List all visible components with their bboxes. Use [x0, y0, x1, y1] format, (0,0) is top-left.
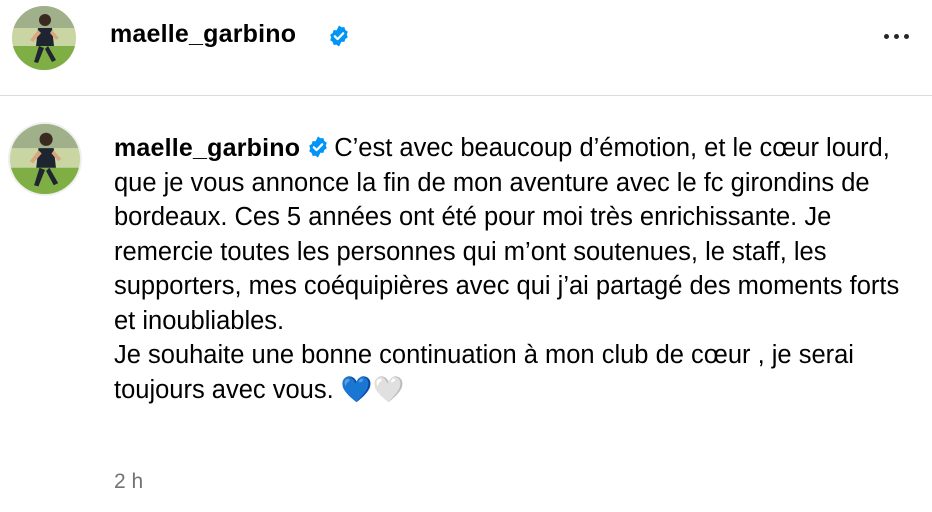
- post-timestamp[interactable]: 2 h: [114, 470, 143, 494]
- comment-avatar[interactable]: [10, 124, 80, 194]
- avatar-photo: [12, 6, 76, 70]
- avatar-photo: [10, 124, 80, 194]
- profile-avatar[interactable]: [12, 6, 76, 70]
- more-dot: [883, 33, 889, 39]
- more-dot: [893, 33, 899, 39]
- verified-badge-icon: [309, 136, 328, 158]
- more-dot: [903, 33, 909, 39]
- post-header: maelle_garbino: [0, 0, 932, 96]
- caption-text: C’est avec beaucoup d’émotion, et le cœu…: [114, 134, 900, 404]
- verified-badge-icon: [330, 25, 348, 47]
- header-username[interactable]: maelle_garbino: [110, 20, 296, 49]
- comment-body: maelle_garbino C’est avec beaucoup d’émo…: [114, 131, 904, 407]
- more-options-icon[interactable]: [876, 24, 916, 48]
- comment-username[interactable]: maelle_garbino: [114, 134, 300, 162]
